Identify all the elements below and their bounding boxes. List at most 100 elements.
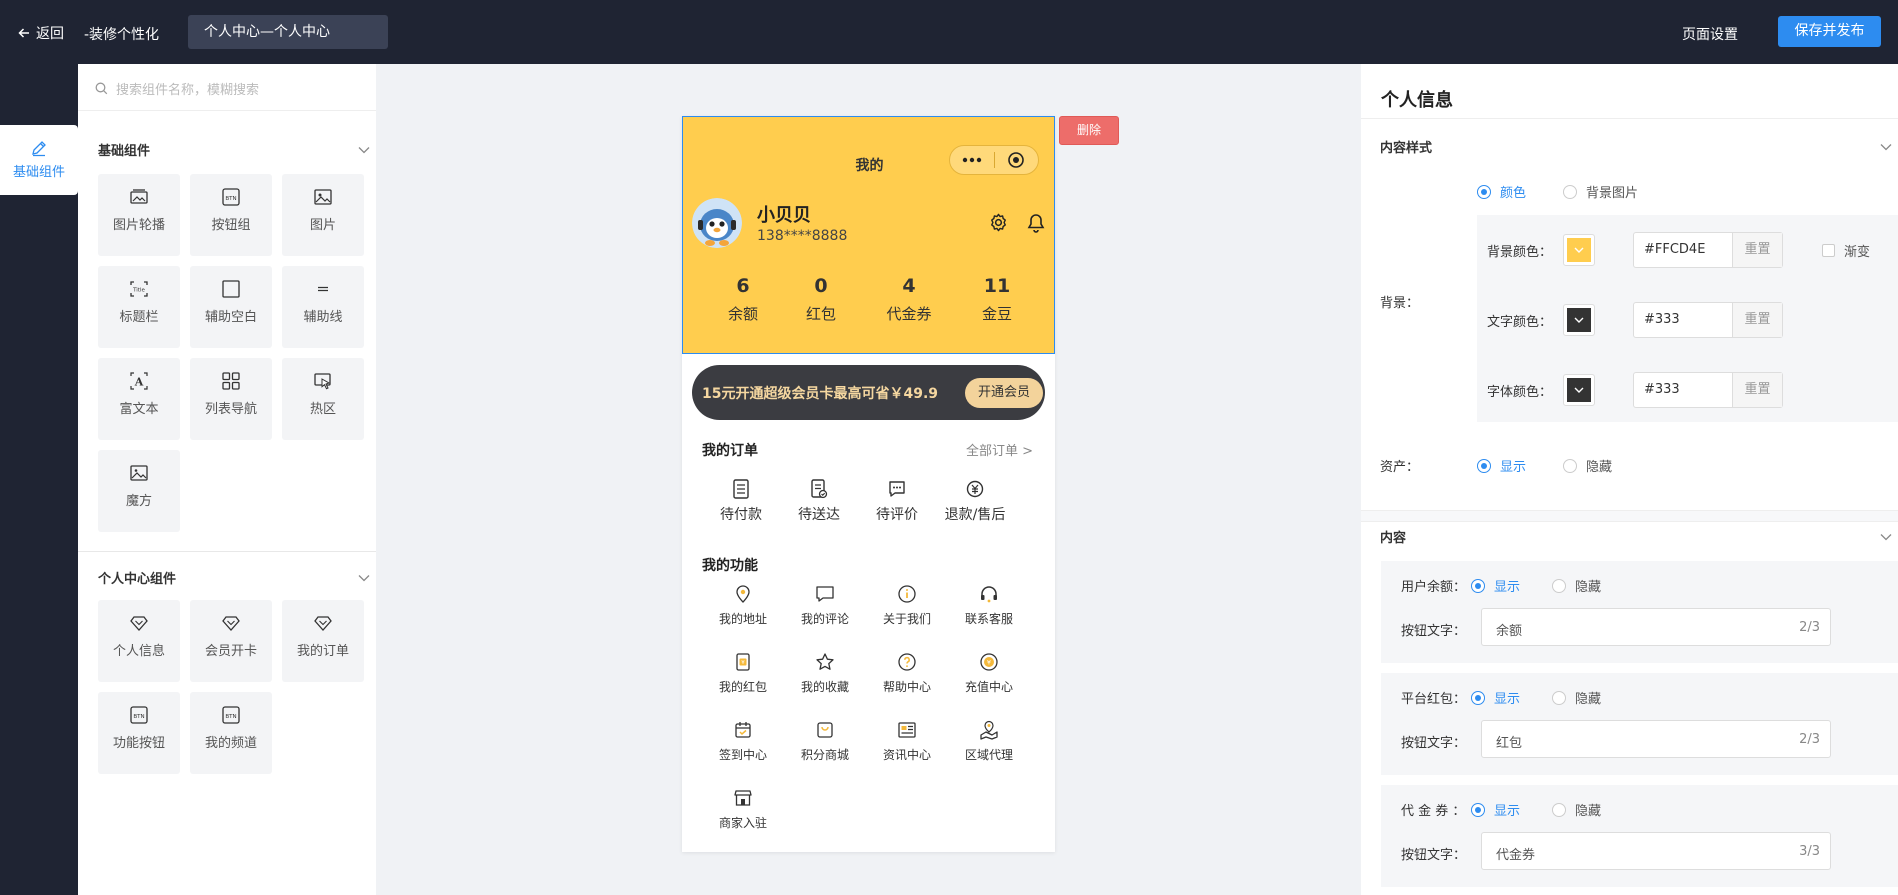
order-label: 退款/售后 (944, 507, 1006, 523)
asset-voucher[interactable]: 4 代金券 (869, 275, 949, 324)
component-image[interactable]: 图片 (282, 174, 364, 256)
order-pending-payment[interactable]: 待付款 (701, 478, 781, 524)
balance-button-text-input[interactable]: 余额 2/3 (1481, 608, 1831, 646)
func-my-favorites[interactable]: 我的收藏 (784, 652, 866, 695)
component-member-card[interactable]: 会员开卡 (190, 600, 272, 682)
bg-color-swatch[interactable] (1563, 234, 1595, 266)
func-label: 联系客服 (964, 612, 1013, 626)
component-my-channels[interactable]: BTN 我的频道 (190, 692, 272, 774)
func-help-center[interactable]: 帮助中心 (866, 652, 948, 695)
func-my-comments[interactable]: 我的评论 (784, 584, 866, 627)
order-pending-delivery[interactable]: 待送达 (779, 478, 859, 524)
font-color-swatch[interactable] (1563, 374, 1595, 406)
char-count: 2/3 (1799, 732, 1820, 747)
voucher-hide-radio[interactable]: 隐藏 (1552, 800, 1601, 819)
func-regional-agent[interactable]: 区域代理 (948, 720, 1030, 763)
background-color-settings: 背景颜色： #FFCD4E 重置 渐变 文字颜色： #333 重置 字体颜色： … (1477, 215, 1898, 422)
asset-balance[interactable]: 6 余额 (703, 275, 783, 324)
red-packet-show-radio[interactable]: 显示 (1471, 688, 1520, 707)
font-color-reset-button[interactable]: 重置 (1732, 373, 1782, 407)
svg-text:BTN: BTN (225, 714, 236, 720)
component-blank-space[interactable]: 辅助空白 (190, 266, 272, 348)
func-customer-service[interactable]: 联系客服 (948, 584, 1030, 627)
page-name-selector[interactable]: 个人中心—个人中心 (188, 15, 388, 49)
component-rich-text[interactable]: A 富文本 (98, 358, 180, 440)
func-my-address[interactable]: 我的地址 (702, 584, 784, 627)
radio-label: 显示 (1494, 804, 1521, 819)
func-my-red-packet[interactable]: ¥ 我的红包 (702, 652, 784, 695)
open-vip-button[interactable]: 开通会员 (965, 378, 1043, 408)
func-recharge-center[interactable]: ¥ 充值中心 (948, 652, 1030, 695)
text-color-input[interactable]: #333 重置 (1633, 302, 1783, 338)
search-icon (95, 82, 108, 94)
component-image-carousel[interactable]: 图片轮播 (98, 174, 180, 256)
nav-item-basic-components[interactable]: 基础组件 (0, 125, 78, 195)
func-news-center[interactable]: 资讯中心 (866, 720, 948, 763)
save-publish-button[interactable]: 保存并发布 (1778, 16, 1881, 47)
section-title: 基础组件 (98, 144, 151, 159)
component-function-buttons[interactable]: BTN 功能按钮 (98, 692, 180, 774)
text-color-swatch[interactable] (1563, 304, 1595, 336)
personal-info-block[interactable]: 我的 小贝贝 138****8888 6 余额 0 红包 4 代金券 11 金豆 (682, 116, 1055, 354)
component-magic-cube[interactable]: 魔方 (98, 450, 180, 532)
bg-color-reset-button[interactable]: 重置 (1732, 233, 1782, 267)
app-title: -装修个性化 (84, 27, 160, 43)
voucher-show-radio[interactable]: 显示 (1471, 800, 1520, 819)
page-settings-button[interactable]: 页面设置 (1682, 24, 1738, 44)
radio-dot (1471, 802, 1485, 817)
settings-button[interactable] (989, 213, 1008, 232)
asset-show-radio[interactable]: 显示 (1477, 456, 1526, 475)
content-header[interactable]: 内容 (1380, 527, 1892, 546)
radio-label: 显示 (1494, 580, 1521, 595)
voucher-button-text-input[interactable]: 代金券 3/3 (1481, 832, 1831, 870)
divider-line-icon (318, 286, 328, 292)
balance-show-radio[interactable]: 显示 (1471, 576, 1520, 595)
order-refund[interactable]: 退款/售后 (935, 478, 1015, 524)
asset-gold-beans[interactable]: 11 金豆 (957, 275, 1037, 324)
delete-button[interactable]: 删除 (1059, 116, 1119, 145)
gear-icon (991, 213, 1006, 232)
search-input[interactable]: 搜索组件名称，模糊搜索 (95, 76, 365, 100)
order-pending-review[interactable]: 待评价 (857, 478, 937, 524)
component-title-bar[interactable]: Title 标题栏 (98, 266, 180, 348)
vip-banner[interactable]: 15元开通超级会员卡最高可省￥49.9 开通会员 (692, 365, 1045, 420)
blank-space-icon (222, 280, 240, 298)
bg-color-input[interactable]: #FFCD4E 重置 (1633, 232, 1783, 268)
font-color-input[interactable]: #333 重置 (1633, 372, 1783, 408)
bg-type-image-radio[interactable]: 背景图片 (1563, 182, 1638, 201)
func-label: 帮助中心 (882, 680, 931, 694)
component-button-group[interactable]: BTN 按钮组 (190, 174, 272, 256)
red-packet-hide-radio[interactable]: 隐藏 (1552, 688, 1601, 707)
asset-label: 资产： (1380, 460, 1420, 475)
gradient-checkbox[interactable]: 渐变 (1822, 241, 1870, 260)
component-my-orders[interactable]: 我的订单 (282, 600, 364, 682)
all-orders-link[interactable]: 全部订单 > (966, 440, 1033, 459)
func-label: 我的地址 (718, 612, 767, 626)
component-divider-line[interactable]: 辅助线 (282, 266, 364, 348)
func-points-mall[interactable]: 积分商城 (784, 720, 866, 763)
asset-red-packet[interactable]: 0 红包 (781, 275, 861, 324)
red-packet-button-text-input[interactable]: 红包 2/3 (1481, 720, 1831, 758)
component-personal-info[interactable]: 个人信息 (98, 600, 180, 682)
text-color-reset-button[interactable]: 重置 (1732, 303, 1782, 337)
component-list-nav[interactable]: 列表导航 (190, 358, 272, 440)
component-label: 按钮组 (211, 218, 251, 233)
chevron-down-icon (1574, 247, 1584, 253)
target-icon (1008, 152, 1025, 168)
content-card-red-packet: 平台红包： 显示 隐藏 按钮文字： 红包 2/3 (1381, 673, 1898, 775)
func-check-in[interactable]: 签到中心 (702, 720, 784, 763)
component-hot-zone[interactable]: 热区 (282, 358, 364, 440)
recharge-icon: ¥ (980, 653, 998, 671)
bg-type-color-radio[interactable]: 颜色 (1477, 182, 1526, 201)
content-style-header[interactable]: 内容样式 (1380, 137, 1892, 156)
func-about-us[interactable]: 关于我们 (866, 584, 948, 627)
balance-hide-radio[interactable]: 隐藏 (1552, 576, 1601, 595)
func-label: 充值中心 (964, 680, 1013, 694)
pending-payment-icon (733, 479, 749, 499)
func-merchant-join[interactable]: 商家入驻 (702, 788, 784, 831)
basic-section-header[interactable]: 基础组件 (98, 140, 370, 159)
back-button[interactable]: 返回 (18, 22, 64, 44)
personal-section-header[interactable]: 个人中心组件 (98, 568, 370, 587)
notification-button[interactable] (1027, 213, 1045, 233)
asset-hide-radio[interactable]: 隐藏 (1563, 456, 1612, 475)
